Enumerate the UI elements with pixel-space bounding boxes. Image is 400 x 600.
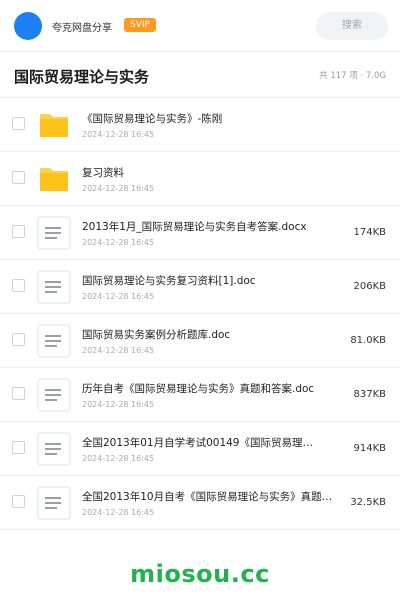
file-name: 2013年1月_国际贸易理论与实务自考答案.docx bbox=[82, 221, 307, 233]
select-checkbox[interactable] bbox=[12, 387, 25, 400]
file-date: 2024-12-28 16:45 bbox=[82, 184, 155, 193]
file-size: 32.5KB bbox=[350, 497, 386, 508]
file-name: 全国2013年01月自学考试00149《国际贸易理… bbox=[82, 437, 313, 449]
file-row[interactable]: 国际贸易实务案例分析题库.doc 2024-12-28 16:45 81.0KB bbox=[0, 314, 400, 368]
file-date: 2024-12-28 16:45 bbox=[82, 400, 155, 409]
select-checkbox[interactable] bbox=[12, 171, 25, 184]
document-icon bbox=[37, 486, 71, 520]
select-checkbox[interactable] bbox=[12, 441, 25, 454]
file-date: 2024-12-28 16:45 bbox=[82, 346, 155, 355]
file-size: 81.0KB bbox=[350, 335, 386, 346]
document-icon bbox=[37, 216, 71, 250]
file-date: 2024-12-28 16:45 bbox=[82, 292, 155, 301]
select-checkbox[interactable] bbox=[12, 279, 25, 292]
header: 夸克网盘分享 SVIP 搜索 bbox=[0, 0, 400, 52]
item-summary: 共 117 项 · 7.0G bbox=[319, 71, 386, 81]
file-name: 《国际贸易理论与实务》-陈刚 bbox=[82, 113, 223, 125]
select-checkbox[interactable] bbox=[12, 117, 25, 130]
folder-icon bbox=[37, 108, 71, 142]
document-icon bbox=[37, 324, 71, 358]
select-checkbox[interactable] bbox=[12, 225, 25, 238]
file-size: 174KB bbox=[353, 227, 386, 238]
vip-badge: SVIP bbox=[124, 18, 156, 32]
avatar[interactable] bbox=[14, 12, 42, 40]
document-icon bbox=[37, 270, 71, 304]
username: 夸克网盘分享 bbox=[52, 23, 112, 34]
file-row[interactable]: 2013年1月_国际贸易理论与实务自考答案.docx 2024-12-28 16:… bbox=[0, 206, 400, 260]
search-input[interactable]: 搜索 bbox=[316, 12, 388, 40]
document-icon bbox=[37, 432, 71, 466]
watermark-text: miosou.cc bbox=[130, 560, 270, 588]
page-title: 国际贸易理论与实务 bbox=[14, 68, 150, 86]
file-row[interactable]: 全国2013年10月自考《国际贸易理论与实务》真题… 2024-12-28 16:… bbox=[0, 476, 400, 530]
file-name: 全国2013年10月自考《国际贸易理论与实务》真题… bbox=[82, 491, 333, 503]
file-name: 历年自考《国际贸易理论与实务》真题和答案.doc bbox=[82, 383, 315, 395]
select-checkbox[interactable] bbox=[12, 495, 25, 508]
file-row[interactable]: 历年自考《国际贸易理论与实务》真题和答案.doc 2024-12-28 16:45… bbox=[0, 368, 400, 422]
file-list: 《国际贸易理论与实务》-陈刚 2024-12-28 16:45 复习资料 2024-1… bbox=[0, 98, 400, 530]
file-date: 2024-12-28 16:45 bbox=[82, 508, 155, 517]
file-name: 复习资料 bbox=[82, 167, 124, 179]
document-icon bbox=[37, 378, 71, 412]
file-date: 2024-12-28 16:45 bbox=[82, 130, 155, 139]
page: 夸克网盘分享 SVIP 搜索 国际贸易理论与实务 共 117 项 · 7.0G … bbox=[0, 0, 400, 600]
file-row[interactable]: 全国2013年01月自学考试00149《国际贸易理… 2024-12-28 16:… bbox=[0, 422, 400, 476]
file-row[interactable]: 《国际贸易理论与实务》-陈刚 2024-12-28 16:45 bbox=[0, 98, 400, 152]
file-date: 2024-12-28 16:45 bbox=[82, 238, 155, 247]
folder-icon bbox=[37, 162, 71, 196]
file-row[interactable]: 国际贸易理论与实务复习资料[1].doc 2024-12-28 16:45 206K… bbox=[0, 260, 400, 314]
title-bar: 国际贸易理论与实务 共 117 项 · 7.0G bbox=[0, 52, 400, 98]
file-name: 国际贸易理论与实务复习资料[1].doc bbox=[82, 275, 256, 287]
file-date: 2024-12-28 16:45 bbox=[82, 454, 155, 463]
file-size: 837KB bbox=[353, 389, 386, 400]
file-size: 914KB bbox=[353, 443, 386, 454]
file-name: 国际贸易实务案例分析题库.doc bbox=[82, 329, 231, 341]
file-size: 206KB bbox=[353, 281, 386, 292]
select-checkbox[interactable] bbox=[12, 333, 25, 346]
file-row[interactable]: 复习资料 2024-12-28 16:45 bbox=[0, 152, 400, 206]
